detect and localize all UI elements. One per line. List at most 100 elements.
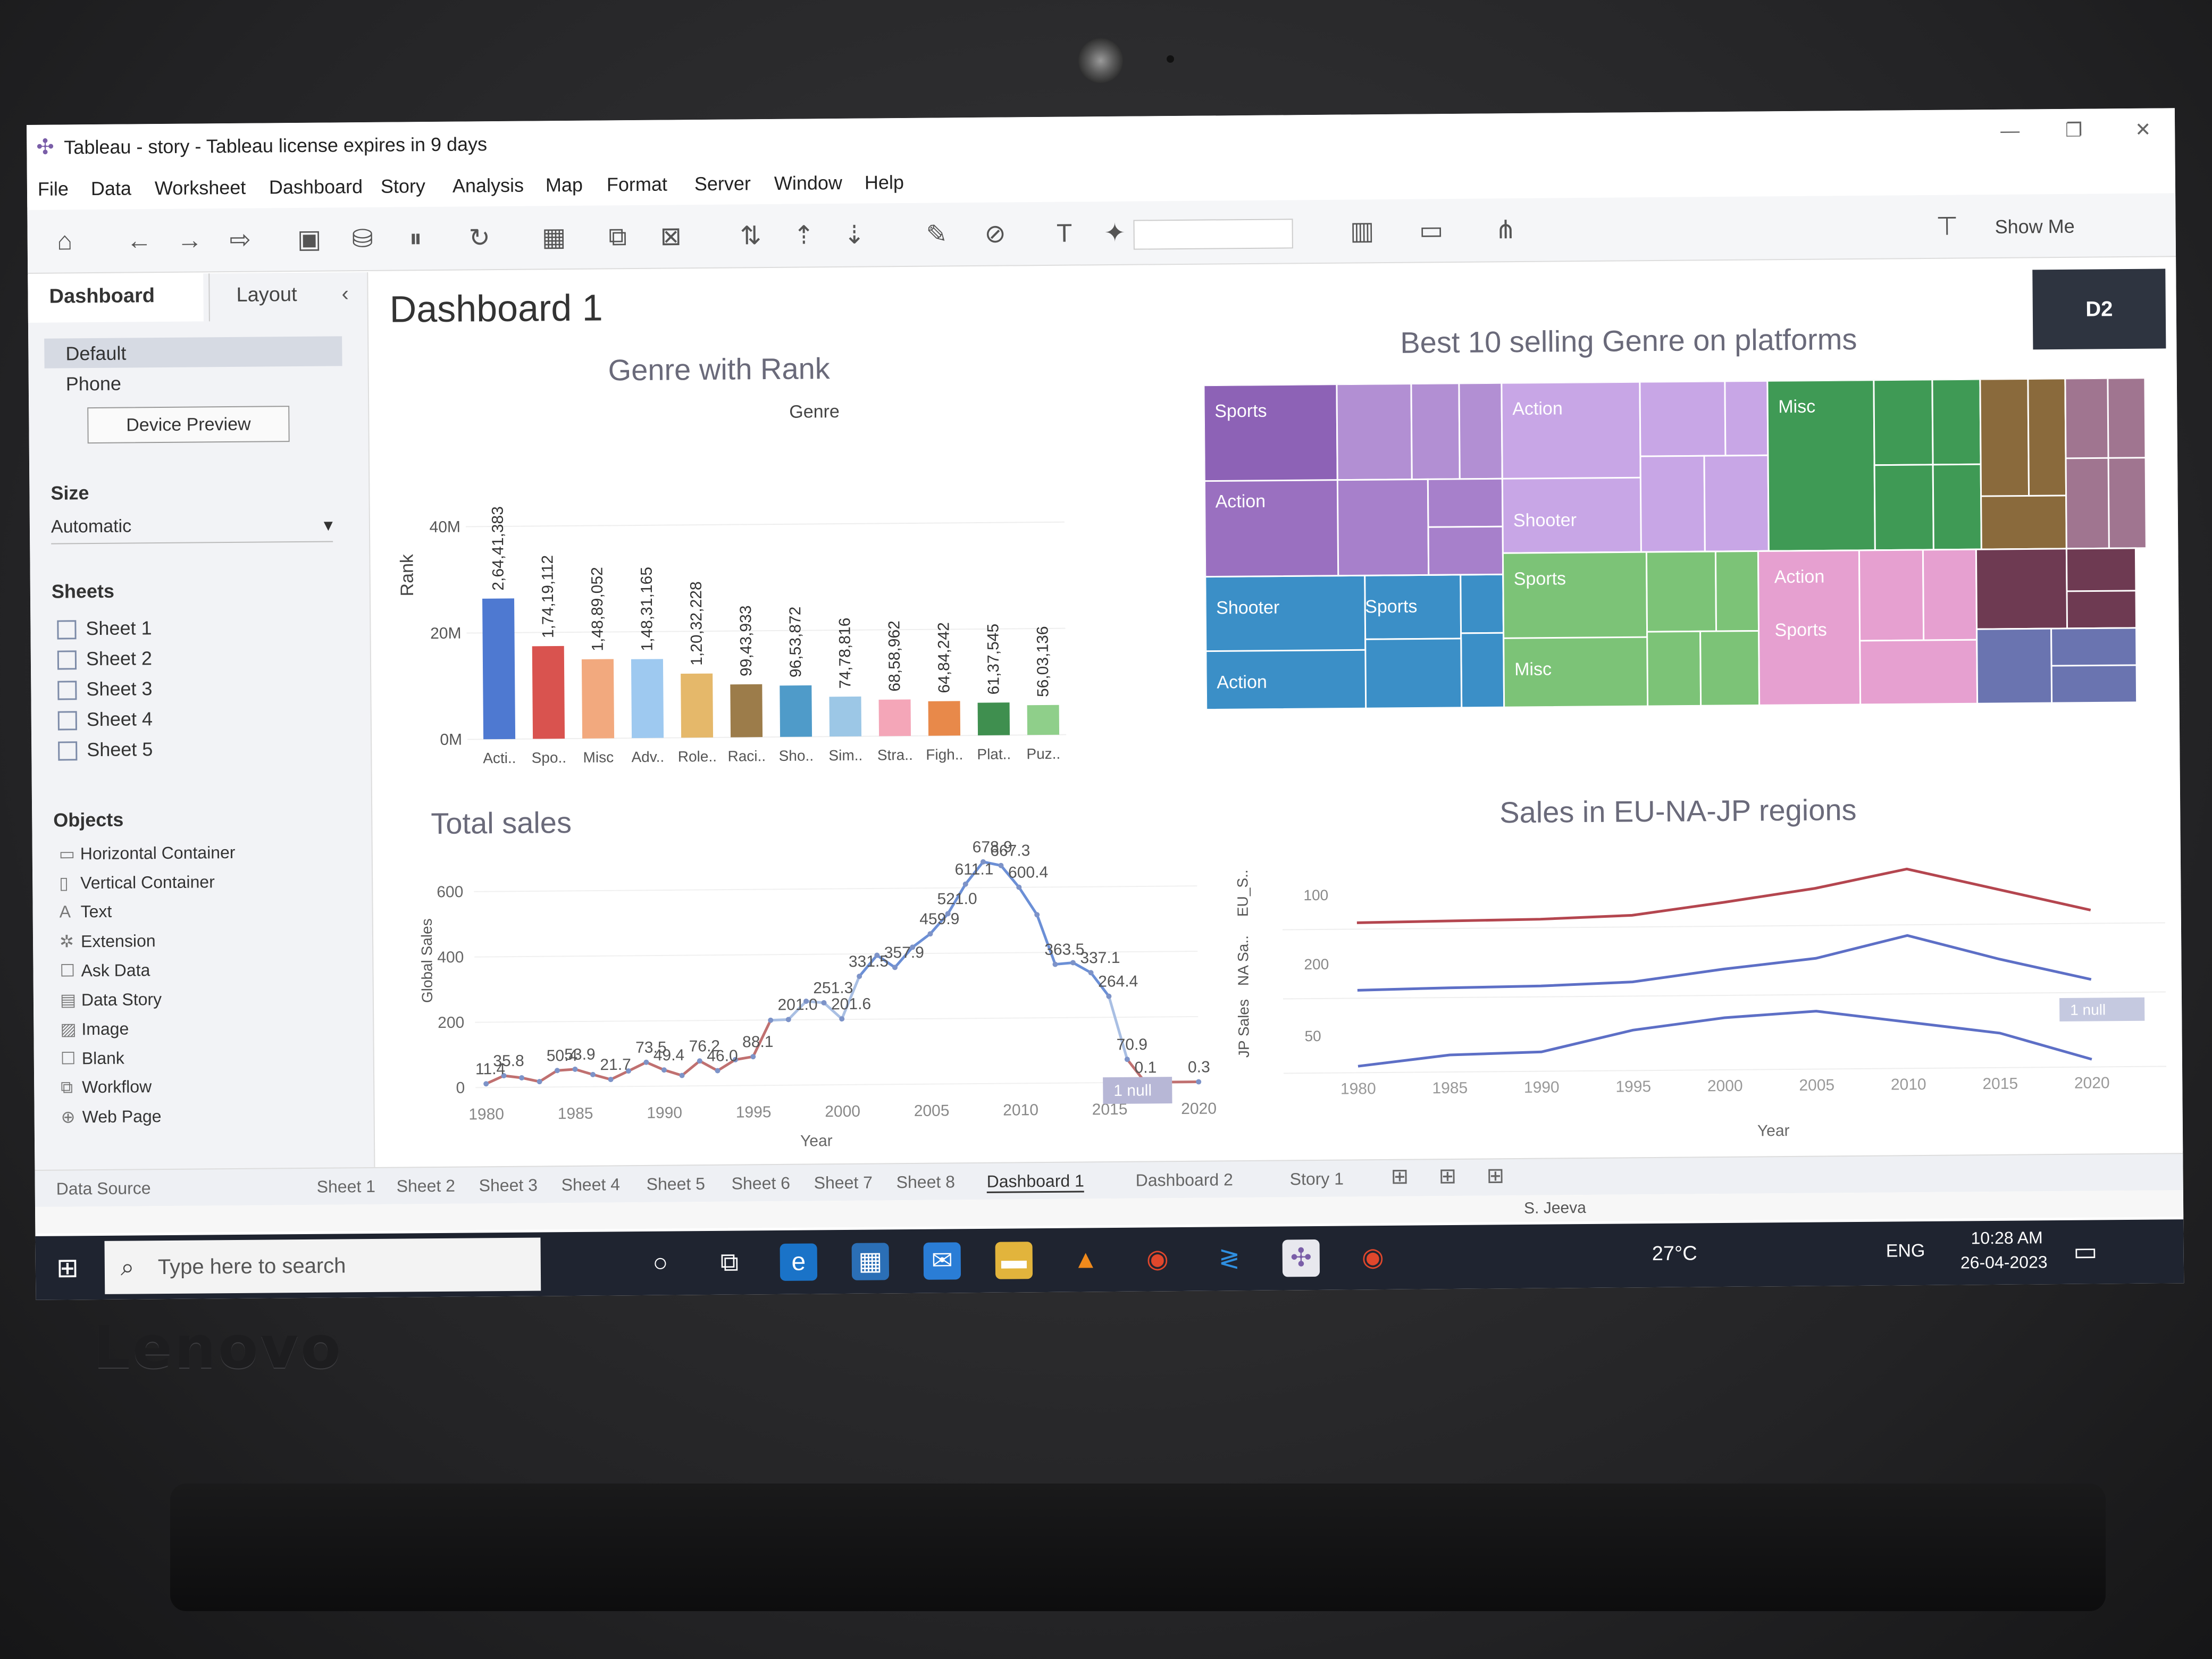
chrome-profile-icon[interactable]: ◉: [1354, 1239, 1392, 1277]
clock-date[interactable]: 26-04-2023: [1960, 1252, 2048, 1272]
tab-data-source[interactable]: Data Source: [56, 1178, 151, 1199]
tab-story-1[interactable]: Story 1: [1290, 1169, 1344, 1189]
highlight-icon[interactable]: ✎: [920, 219, 952, 250]
object-data-story[interactable]: ▤ Data Story: [60, 989, 162, 1010]
sort-ascending-icon[interactable]: ⇡: [787, 220, 819, 252]
swap-rows-columns-icon[interactable]: ⇅: [734, 220, 766, 252]
signed-in-user[interactable]: S. Jeeva: [1524, 1199, 1586, 1218]
menu-dashboard[interactable]: Dashboard: [269, 175, 363, 198]
device-default[interactable]: Default: [44, 336, 342, 368]
object-horizontal-container[interactable]: ▭ Horizontal Container: [59, 842, 236, 864]
fix-axes-icon[interactable]: ✦: [1099, 217, 1130, 249]
show-me-button[interactable]: Show Me: [1995, 215, 2074, 238]
tab-sheet-7[interactable]: Sheet 7: [814, 1173, 873, 1193]
menu-window[interactable]: Window: [774, 172, 842, 195]
device-preview-button[interactable]: Device Preview: [87, 406, 290, 444]
cortana-icon[interactable]: ○: [642, 1244, 680, 1282]
menu-help[interactable]: Help: [865, 171, 904, 194]
chrome-icon[interactable]: ◉: [1139, 1241, 1177, 1278]
windows-start-icon[interactable]: ⊞: [52, 1252, 83, 1284]
pin-icon[interactable]: ⊤: [1931, 211, 1963, 242]
object-ask-data[interactable]: ☐ Ask Data: [60, 960, 150, 981]
replay-icon[interactable]: ⇨: [224, 224, 256, 256]
notification-icon[interactable]: ▭: [2066, 1233, 2104, 1271]
fit-dropdown[interactable]: [1133, 219, 1293, 250]
task-view-icon[interactable]: ⧉: [711, 1244, 749, 1281]
menu-server[interactable]: Server: [694, 172, 751, 195]
show-cards-icon[interactable]: ▥: [1346, 215, 1378, 247]
tab-sheet-5[interactable]: Sheet 5: [647, 1174, 706, 1194]
tab-sheet-2[interactable]: Sheet 2: [397, 1176, 456, 1196]
home-icon[interactable]: ⌂: [48, 225, 80, 257]
edge-icon[interactable]: e: [780, 1243, 818, 1281]
menu-file[interactable]: File: [38, 178, 69, 200]
refresh-icon[interactable]: ↻: [463, 222, 495, 254]
menu-format[interactable]: Format: [607, 173, 667, 196]
new-worksheet-tab-icon[interactable]: ⊞: [1390, 1164, 1409, 1189]
object-blank[interactable]: ☐ Blank: [61, 1048, 124, 1069]
regions-line-chart[interactable]: Year EU_S.. 100 NA Sa.. 200 JP Sales 50 1980 19…: [1218, 843, 2172, 1148]
object-image[interactable]: ▨ Image: [60, 1019, 129, 1040]
tab-sheet-4[interactable]: Sheet 4: [562, 1175, 621, 1195]
undo-icon[interactable]: ←: [123, 225, 155, 257]
object-workflow[interactable]: ⧉ Workflow: [61, 1077, 152, 1097]
tab-dashboard-2[interactable]: Dashboard 2: [1136, 1170, 1234, 1190]
sheet-item[interactable]: Sheet 4: [57, 708, 153, 731]
collapse-panel-icon[interactable]: ‹: [341, 282, 349, 306]
menu-map[interactable]: Map: [546, 174, 583, 197]
new-worksheet-icon[interactable]: ▦: [538, 222, 569, 254]
device-phone[interactable]: Phone: [66, 373, 121, 396]
tab-sheet-1[interactable]: Sheet 1: [317, 1177, 376, 1197]
genre-bar-chart[interactable]: Genre Rank 40M 20M 0M 2,64,41,383 Acti.. 1,74…: [385, 393, 1218, 809]
tableau-taskbar-icon[interactable]: ✣: [1282, 1239, 1320, 1277]
new-dashboard-tab-icon[interactable]: ⊞: [1438, 1164, 1456, 1188]
group-members-icon[interactable]: ⊘: [979, 218, 1011, 250]
mail-icon[interactable]: ✉: [923, 1242, 961, 1280]
tab-layout[interactable]: Layout: [208, 272, 342, 322]
menu-data[interactable]: Data: [91, 177, 131, 200]
object-text[interactable]: A Text: [59, 902, 112, 922]
sheet-item[interactable]: Sheet 5: [58, 738, 153, 761]
save-icon[interactable]: ▣: [293, 224, 325, 256]
duplicate-sheet-icon[interactable]: ⧉: [601, 221, 633, 253]
sheet-item[interactable]: Sheet 3: [57, 677, 153, 701]
language-indicator[interactable]: ENG: [1886, 1241, 1925, 1262]
tab-sheet-6[interactable]: Sheet 6: [732, 1174, 791, 1194]
clock-time[interactable]: 10:28 AM: [1971, 1228, 2042, 1248]
presentation-mode-icon[interactable]: ▭: [1415, 215, 1447, 247]
total-sales-line-chart[interactable]: Global Sales Year 0 200 400 600 1980 1985 1990…: [410, 837, 1221, 1162]
d2-navigation-button[interactable]: D2: [2032, 269, 2166, 350]
object-web-page[interactable]: ⊕ Web Page: [61, 1106, 162, 1127]
new-story-tab-icon[interactable]: ⊞: [1486, 1163, 1504, 1188]
genre-platform-treemap[interactable]: Sports Action Shooter Sports Action Action Sho…: [1203, 378, 2153, 715]
clear-sheet-icon[interactable]: ⊠: [655, 221, 686, 253]
x-tick-label: 2020: [2074, 1074, 2110, 1092]
store-icon[interactable]: ▦: [851, 1243, 890, 1280]
tab-dashboard[interactable]: Dashboard: [28, 273, 204, 323]
sheet-item[interactable]: Sheet 2: [57, 647, 152, 671]
vlc-icon[interactable]: ▲: [1067, 1241, 1105, 1279]
tab-sheet-3[interactable]: Sheet 3: [479, 1176, 538, 1196]
tab-sheet-8[interactable]: Sheet 8: [896, 1172, 956, 1192]
menu-story[interactable]: Story: [381, 175, 425, 198]
show-mark-labels-icon[interactable]: T: [1048, 217, 1080, 249]
pause-updates-icon[interactable]: ⏸: [399, 223, 431, 255]
object-extension[interactable]: ✲ Extension: [60, 931, 156, 951]
weather-widget[interactable]: 27°C: [1652, 1242, 1697, 1266]
restore-icon[interactable]: ❐: [2047, 114, 2100, 146]
object-vertical-container[interactable]: ▯ Vertical Container: [59, 872, 215, 893]
menu-analysis[interactable]: Analysis: [453, 174, 524, 197]
sort-descending-icon[interactable]: ⇣: [838, 220, 870, 252]
menu-worksheet[interactable]: Worksheet: [155, 177, 246, 199]
redo-icon[interactable]: →: [173, 224, 205, 256]
minimize-icon[interactable]: —: [1983, 114, 2037, 147]
size-dropdown[interactable]: Automatic ▾: [51, 514, 333, 544]
vscode-icon[interactable]: ≷: [1211, 1240, 1249, 1278]
share-icon[interactable]: ⋔: [1489, 214, 1521, 246]
file-explorer-icon[interactable]: ▬: [995, 1242, 1033, 1279]
new-data-source-icon[interactable]: ⛁: [346, 223, 378, 255]
close-icon[interactable]: ✕: [2116, 113, 2169, 146]
tab-dashboard-1[interactable]: Dashboard 1: [986, 1171, 1085, 1193]
sheet-item[interactable]: Sheet 1: [57, 617, 152, 640]
taskbar-search[interactable]: ⌕ Type here to search: [104, 1237, 541, 1294]
